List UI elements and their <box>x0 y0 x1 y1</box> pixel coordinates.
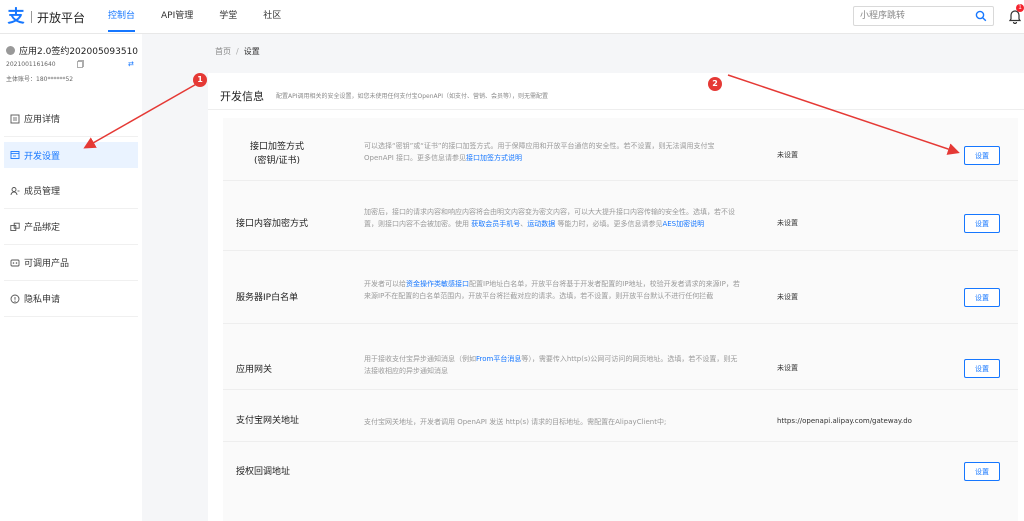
row-label: 支付宝网关地址 <box>236 416 300 426</box>
link-icon <box>10 222 20 231</box>
sidebar-item-product-binding[interactable]: 产品绑定 <box>4 209 138 245</box>
row-label: 应用网关 <box>236 365 273 375</box>
settings-row-alipay-gateway: 支付宝网关地址 支付宝网关地址，开发者调用 OpenAPI 发送 http(s)… <box>223 390 1018 442</box>
row-label-line1: 接口加签方式 <box>249 142 304 152</box>
app-id: 2021001161640 <box>6 61 56 68</box>
nav-api-management[interactable]: API管理 <box>161 0 193 34</box>
row-description: 可以选择“密钥”或“证书”的接口加签方式。用于保障应用和开放平台通信的安全性。若… <box>364 140 744 164</box>
annotation-badge-1: 1 <box>193 73 207 87</box>
nav-academy[interactable]: 学堂 <box>219 0 237 34</box>
sidebar: 应用2.0签约2020050935109... 2021001161640 ⇄ … <box>0 34 142 521</box>
row-description: 用于接收支付宝异步通知消息（例如From平台消息等），需要传入http(s)公网… <box>364 353 744 377</box>
page-description: 配置API调用相关的安全设置，如您未使用任何支付宝OpenAPI（如支付、营销、… <box>276 93 549 100</box>
signing-settings-button[interactable]: 设置 <box>964 146 1000 165</box>
row-status: 未设置 <box>777 219 798 227</box>
search-box <box>853 6 994 26</box>
row-label: 服务器IP白名单 <box>236 293 299 303</box>
sidebar-item-label: 开发设置 <box>24 151 61 162</box>
app-name[interactable]: 应用2.0签约2020050935109... <box>6 44 138 57</box>
breadcrumb-home[interactable]: 首页 <box>215 47 231 56</box>
product-icon <box>10 259 20 266</box>
notification-badge: 1 <box>1016 4 1024 12</box>
settings-row-encryption: 接口内容加密方式 加密后，接口的请求内容和响应内容将会由明文内容变为密文内容，可… <box>223 181 1018 251</box>
desc-text: 开发者可以给 <box>364 280 406 288</box>
sidebar-menu: 应用详情 开发设置 成员管理 产品绑定 可调用产品 隐私申请 <box>4 101 138 317</box>
breadcrumb-separator: / <box>236 47 239 56</box>
sidebar-item-members[interactable]: 成员管理 <box>4 173 138 209</box>
aes-doc-link[interactable]: AES加密说明 <box>662 220 704 228</box>
gateway-settings-button[interactable]: 设置 <box>964 359 1000 378</box>
auth-callback-settings-button[interactable]: 设置 <box>964 462 1000 481</box>
search-icon[interactable] <box>975 10 987 22</box>
row-description: 开发者可以给资金操作类敏感接口配置IP地址白名单，开放平台将基于开发者配置的IP… <box>364 278 744 302</box>
alipay-logo-icon: 支 <box>7 7 25 27</box>
row-description: 加密后，接口的请求内容和响应内容将会由明文内容变为密文内容，可以大大提升接口内容… <box>364 206 744 230</box>
sports-data-link[interactable]: 运动数据 <box>527 220 555 228</box>
settings-row-gateway: 应用网关 用于接收支付宝异步通知消息（例如From平台消息等），需要传入http… <box>223 324 1018 390</box>
sensitive-api-link[interactable]: 资金操作类敏感接口 <box>406 280 469 288</box>
desc-text: 可以选择“密钥”或“证书”的接口加签方式。用于保障应用和开放平台通信的安全性。若… <box>364 142 715 162</box>
sidebar-item-label: 应用详情 <box>24 115 61 125</box>
ip-whitelist-settings-button[interactable]: 设置 <box>964 288 1000 307</box>
sidebar-item-label: 产品绑定 <box>24 223 61 233</box>
logo-divider <box>31 11 32 23</box>
row-label: 接口加签方式 (密钥/证书) <box>236 140 318 168</box>
settings-row-signing: 接口加签方式 (密钥/证书) 可以选择“密钥”或“证书”的接口加签方式。用于保障… <box>223 118 1018 181</box>
copy-icon[interactable] <box>77 60 85 68</box>
sidebar-item-dev-settings[interactable]: 开发设置 <box>4 142 138 168</box>
encryption-settings-button[interactable]: 设置 <box>964 214 1000 233</box>
row-description: 支付宝网关地址，开发者调用 OpenAPI 发送 http(s) 请求的目标地址… <box>364 418 667 426</box>
main-nav: 控制台 API管理 学堂 社区 <box>108 0 307 34</box>
desc-text: 等能力时，必填。更多信息请参见 <box>555 220 663 228</box>
dev-settings-icon <box>10 151 20 159</box>
settings-row-ip-whitelist: 服务器IP白名单 开发者可以给资金操作类敏感接口配置IP地址白名单，开放平台将基… <box>223 251 1018 324</box>
row-label: 授权回调地址 <box>236 467 291 477</box>
nav-console[interactable]: 控制台 <box>108 0 136 34</box>
member-phone-link[interactable]: 获取会员手机号 <box>471 220 520 228</box>
row-status: 未设置 <box>777 293 798 301</box>
dev-info-panel: 开发信息 配置API调用相关的安全设置，如您未使用任何支付宝OpenAPI（如支… <box>208 73 1024 521</box>
sidebar-item-label: 可调用产品 <box>24 259 70 269</box>
settings-list: 接口加签方式 (密钥/证书) 可以选择“密钥”或“证书”的接口加签方式。用于保障… <box>223 118 1018 521</box>
desc-text: 用于接收支付宝异步通知消息（例如 <box>364 355 476 363</box>
settings-row-auth-callback: 授权回调地址 设置 <box>223 442 1018 521</box>
privacy-icon <box>10 294 20 303</box>
members-icon <box>10 186 20 195</box>
search-input[interactable] <box>860 9 970 23</box>
sidebar-item-app-details[interactable]: 应用详情 <box>4 101 138 137</box>
row-label-line2: (密钥/证书) <box>253 156 301 166</box>
switch-app-icon[interactable]: ⇄ <box>128 60 134 68</box>
row-status: 未设置 <box>777 364 798 372</box>
alipay-gateway-url: https://openapi.alipay.com/gateway.do <box>777 417 912 425</box>
sidebar-item-label: 隐私申请 <box>24 295 61 305</box>
app-name-label: 应用2.0签约2020050935109... <box>19 47 138 57</box>
platform-logo[interactable]: 支 开放平台 <box>6 7 86 27</box>
row-label: 接口内容加密方式 <box>236 219 309 229</box>
signing-doc-link[interactable]: 接口加签方式说明 <box>466 154 522 162</box>
app-avatar <box>6 46 15 55</box>
annotation-badge-2: 2 <box>708 77 722 91</box>
sidebar-item-callable-products[interactable]: 可调用产品 <box>4 245 138 281</box>
breadcrumb: 首页 / 设置 <box>215 46 260 57</box>
platform-name: 开放平台 <box>37 10 86 25</box>
page-title: 开发信息 <box>220 90 264 103</box>
top-navigation-bar: 支 开放平台 控制台 API管理 学堂 社区 1 <box>0 0 1024 34</box>
nav-community[interactable]: 社区 <box>263 0 281 34</box>
sidebar-item-privacy[interactable]: 隐私申请 <box>4 281 138 317</box>
document-icon <box>10 114 20 123</box>
sidebar-item-label: 成员管理 <box>24 187 61 197</box>
platform-message-link[interactable]: From平台消息 <box>476 355 521 363</box>
breadcrumb-current: 设置 <box>243 47 260 56</box>
divider <box>208 109 1024 110</box>
row-status: 未设置 <box>777 151 798 159</box>
owner-account: 主体账号：180******52 <box>6 76 74 83</box>
